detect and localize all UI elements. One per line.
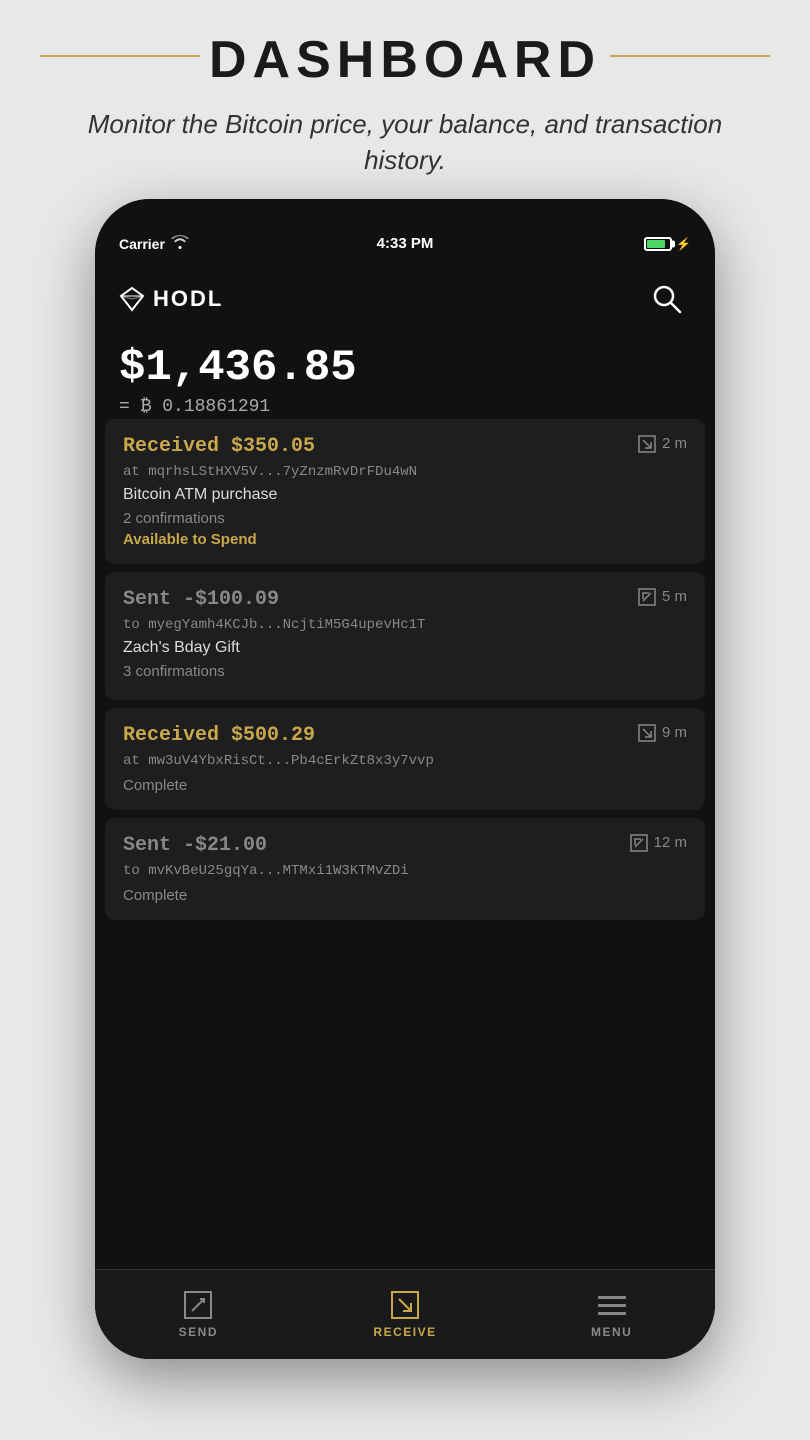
balance-btc-value: 0.18861291 bbox=[162, 397, 270, 417]
tx-amount-4: Sent -$21.00 bbox=[123, 834, 267, 857]
nav-send[interactable]: SEND bbox=[95, 1289, 302, 1339]
receive-arrow-icon-2 bbox=[638, 724, 656, 742]
nav-menu-label: MENU bbox=[591, 1325, 632, 1339]
tx-amount-3: Received $500.29 bbox=[123, 724, 315, 747]
tx-card-3[interactable]: Received $500.29 9 m at mw3uV4YbxRisCt..… bbox=[105, 708, 705, 810]
page-title: DASHBOARD bbox=[60, 30, 750, 90]
search-icon bbox=[650, 282, 684, 316]
search-button[interactable] bbox=[643, 275, 691, 323]
tx-card-4[interactable]: Sent -$21.00 12 m to mvKvBeU25gqYa...MTM… bbox=[105, 818, 705, 920]
tx-confirmations-2: 3 confirmations bbox=[123, 663, 687, 680]
page-header: DASHBOARD Monitor the Bitcoin price, you… bbox=[0, 0, 810, 199]
nav-receive-label: RECEIVE bbox=[373, 1325, 436, 1339]
status-bar: Carrier 4:33 PM ⚡ bbox=[95, 229, 715, 259]
tx-list-wrapper: Received $350.05 2 m at mqrhsLStHXV5V...… bbox=[95, 419, 715, 1269]
tx-address-4: to mvKvBeU25gqYa...MTMxi1W3KTMvZDi bbox=[123, 863, 687, 879]
bottom-nav: SEND RECEIVE bbox=[95, 1269, 715, 1359]
balance-btc: = ₿ 0.18861291 bbox=[119, 397, 691, 417]
phone-device: Carrier 4:33 PM ⚡ bbox=[95, 199, 715, 1359]
tx-card-2[interactable]: Sent -$100.09 5 m to myegYamh4KCJb...Ncj… bbox=[105, 572, 705, 700]
hodl-logo: HODL bbox=[119, 286, 223, 312]
tx-amount-1: Received $350.05 bbox=[123, 435, 315, 458]
tx-amount-2: Sent -$100.09 bbox=[123, 588, 279, 611]
hodl-logo-text: HODL bbox=[153, 286, 223, 312]
balance-btc-prefix: = ₿ bbox=[119, 397, 162, 417]
tx-time-4: 12 m bbox=[630, 834, 687, 852]
send-nav-icon bbox=[182, 1289, 214, 1321]
app-screen: HODL $1,436.85 = ₿ 0.18861291 Received $… bbox=[95, 259, 715, 1359]
tx-status-1: Available to Spend bbox=[123, 531, 687, 548]
wifi-icon bbox=[171, 235, 189, 252]
send-arrow-icon bbox=[638, 588, 656, 606]
receive-nav-icon bbox=[389, 1289, 421, 1321]
bolt-icon: ⚡ bbox=[676, 237, 691, 251]
page-subtitle: Monitor the Bitcoin price, your balance,… bbox=[60, 106, 750, 179]
tx-label-2: Zach's Bday Gift bbox=[123, 639, 687, 657]
tx-status-4: Complete bbox=[123, 887, 687, 904]
hodl-diamond-icon bbox=[119, 286, 145, 312]
status-time: 4:33 PM bbox=[377, 235, 434, 252]
menu-lines-icon bbox=[598, 1296, 626, 1315]
nav-menu[interactable]: MENU bbox=[508, 1289, 715, 1339]
balance-usd: $1,436.85 bbox=[119, 343, 691, 393]
tx-address-3: at mw3uV4YbxRisCt...Pb4cErkZt8x3y7vvp bbox=[123, 753, 687, 769]
tx-address-1: at mqrhsLStHXV5V...7yZnzmRvDrFDu4wN bbox=[123, 464, 687, 480]
nav-send-label: SEND bbox=[179, 1325, 218, 1339]
battery-indicator: ⚡ bbox=[644, 237, 691, 251]
tx-time-2: 5 m bbox=[638, 588, 687, 606]
carrier-label: Carrier bbox=[119, 236, 165, 252]
tx-address-2: to myegYamh4KCJb...NcjtiM5G4upevHc1T bbox=[123, 617, 687, 633]
app-header: HODL bbox=[95, 259, 715, 333]
tx-status-3: Complete bbox=[123, 777, 687, 794]
receive-arrow-icon bbox=[638, 435, 656, 453]
tx-time-3: 9 m bbox=[638, 724, 687, 742]
tx-time-1: 2 m bbox=[638, 435, 687, 453]
nav-receive[interactable]: RECEIVE bbox=[302, 1289, 509, 1339]
tx-card-1[interactable]: Received $350.05 2 m at mqrhsLStHXV5V...… bbox=[105, 419, 705, 564]
tx-label-1: Bitcoin ATM purchase bbox=[123, 486, 687, 504]
send-arrow-icon-2 bbox=[630, 834, 648, 852]
tx-confirmations-1: 2 confirmations bbox=[123, 510, 687, 527]
